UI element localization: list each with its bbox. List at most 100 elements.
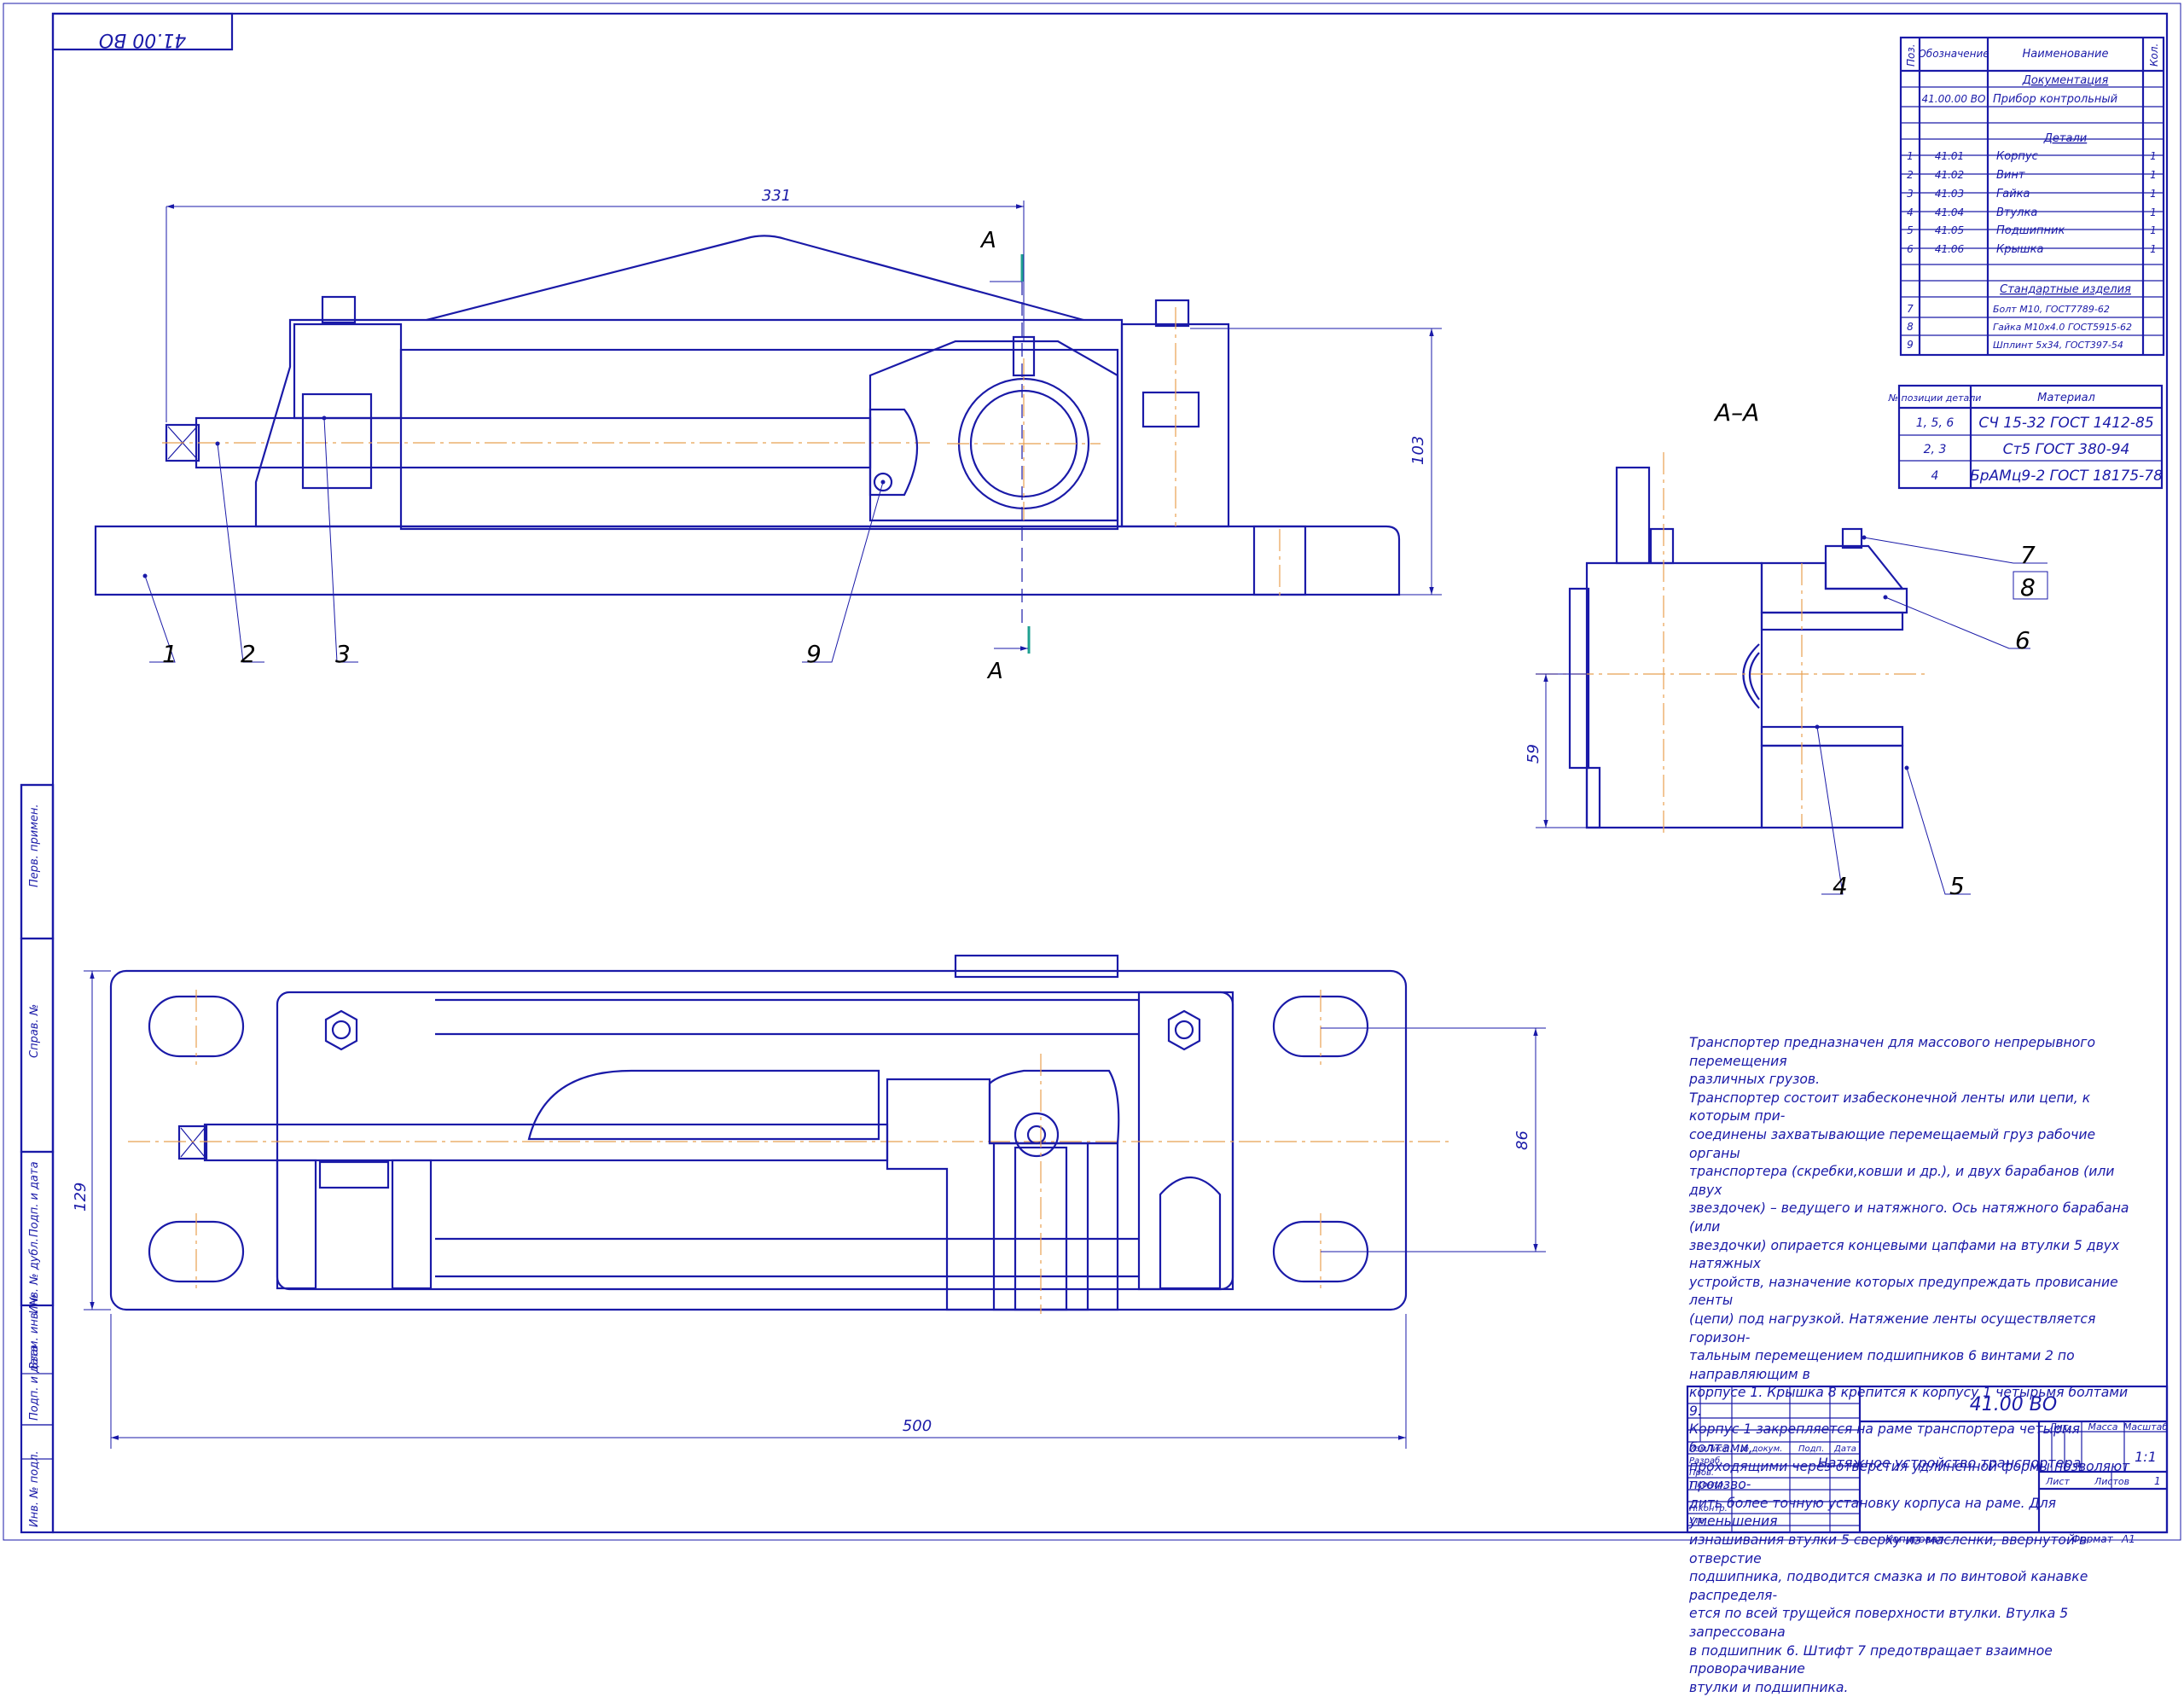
side-label-6: Подп. и дата: [28, 1345, 41, 1421]
note-line: тальным перемещением подшипников 6 винта…: [1689, 1348, 2075, 1382]
note-line: проходящими через отверстия удлиненной ф…: [1689, 1458, 2130, 1493]
callout-3: 3: [335, 640, 351, 668]
spec-row-designation: 41.03: [1935, 188, 1964, 200]
material-row-pos: 4: [1931, 469, 1939, 483]
spec-row-qty: 1: [2150, 169, 2157, 181]
spec-header-designation: Обозначение: [1918, 48, 1989, 60]
dim-103: 103: [1409, 436, 1427, 465]
side-label-3: Подп. и дата: [28, 1161, 41, 1237]
spec-row-pos: 4: [1907, 206, 1914, 218]
callout-2: 2: [241, 640, 256, 668]
spec-row-qty: 1: [2150, 206, 2157, 218]
dim-129: 129: [72, 1183, 90, 1212]
spec-row-designation: 41.04: [1935, 206, 1964, 218]
spec-row-name: Подшипник: [1996, 224, 2065, 237]
spec-row-qty: 1: [2150, 150, 2157, 162]
material-table: № позиции детали Материал 1, 5, 6 СЧ 15-…: [1888, 384, 2163, 490]
spec-section-docs: Документация: [2022, 74, 2109, 87]
section-a-a-title: А–А: [1713, 398, 1759, 427]
material-header-pos: № позиции детали: [1888, 392, 1982, 404]
dim-59: 59: [1525, 744, 1542, 764]
spec-doc-name: Прибор контрольный: [1993, 93, 2117, 106]
note-line: Корпус 1 закрепляется на раме транспорте…: [1689, 1421, 2080, 1456]
spec-row-designation: 41.05: [1935, 224, 1964, 236]
spec-row-name: Винт: [1996, 169, 2025, 182]
callout-9: 9: [806, 640, 822, 668]
front-section-view: 331 103 А А 1 2 3 9: [94, 187, 1442, 684]
side-label-2: Справ. №: [28, 1004, 41, 1058]
spec-row-designation: 41.01: [1935, 150, 1964, 162]
spec-row-name: Втулка: [1996, 206, 2037, 219]
explanatory-note: Транспортер предназначен для массового н…: [1689, 1034, 2133, 1697]
section-mark-a-top: А: [979, 228, 996, 253]
note-line: звездочки) опирается концевыми цапфами н…: [1689, 1237, 2120, 1272]
spec-section-std: Стандартные изделия: [2000, 283, 2131, 296]
material-row-material: БрАМц9-2 ГОСТ 18175-78: [1970, 468, 2163, 485]
callout-7: 7: [2020, 541, 2036, 569]
binding-strip: Перв. примен. Справ. № Подп. и дата Инв.…: [20, 783, 55, 1534]
callout-1: 1: [162, 640, 177, 668]
note-line: Транспортер предназначен для массового н…: [1689, 1035, 2095, 1069]
leaders-front: [142, 416, 886, 663]
callout-5: 5: [1949, 872, 1965, 900]
note-line: ется по всей трущейся поверхности втулки…: [1689, 1606, 2069, 1640]
note-line: (цепи) под нагрузкой. Натяжение ленты ос…: [1689, 1311, 2096, 1345]
spec-row-pos: 5: [1907, 224, 1914, 236]
note-line: транспортера (скребки,ковши и др.), и дв…: [1689, 1164, 2115, 1198]
spec-doc-designation: 41.00.00 ВО: [1922, 93, 1986, 105]
spec-std-name: Гайка М10х4.0 ГОСТ5915-62: [1993, 322, 2132, 333]
spec-row-qty: 1: [2150, 224, 2157, 236]
spec-section-parts: Детали: [2043, 132, 2087, 145]
spec-std-name: Болт М10, ГОСТ7789-62: [1993, 304, 2110, 315]
note-line: Транспортер состоит изабесконечной ленты…: [1689, 1090, 2091, 1125]
spec-row-qty: 1: [2150, 243, 2157, 255]
note-line: корпусе 1. Крышка 8 крепится к корпусу 1…: [1689, 1385, 2129, 1419]
side-label-1: Перв. примен.: [28, 804, 41, 887]
side-label-7: Инв. № подл.: [28, 1450, 41, 1527]
note-line: втулки и подшипника.: [1689, 1679, 1849, 1695]
spec-row-designation: 41.02: [1935, 169, 1964, 181]
material-row-pos: 2, 3: [1924, 443, 1947, 456]
callout-4: 4: [1833, 872, 1848, 900]
spec-header-pos: Поз.: [1905, 44, 1917, 67]
spec-std-pos: 7: [1907, 303, 1914, 315]
note-line: звездочек) – ведущего и натяжного. Ось н…: [1689, 1200, 2129, 1235]
spec-row-name: Корпус: [1996, 150, 2038, 163]
spec-row-designation: 41.06: [1935, 243, 1965, 255]
title-scale-value: 1:1: [2135, 1449, 2157, 1465]
callout-8: 8: [2020, 573, 2036, 602]
spec-header-qty: Кол.: [2148, 44, 2160, 67]
material-header-material: Материал: [2037, 392, 2095, 404]
top-stamp-text: 41.00 ВО: [99, 29, 186, 50]
spec-row-pos: 6: [1907, 243, 1914, 255]
note-line: соединены захватывающие перемещаемый гру…: [1689, 1126, 2096, 1161]
note-line: устройств, назначение которых предупрежд…: [1689, 1274, 2118, 1309]
spec-row-pos: 3: [1907, 188, 1914, 200]
spec-row-name: Крышка: [1996, 243, 2043, 256]
material-row-material: Ст5 ГОСТ 380-94: [2003, 441, 2130, 458]
spec-row-pos: 1: [1907, 150, 1914, 162]
section-a-a-view: А–А 59: [1525, 398, 2048, 895]
top-view: 129 86 500: [72, 954, 1546, 1449]
material-row-pos: 1, 5, 6: [1916, 416, 1955, 430]
dim-86: 86: [1513, 1130, 1531, 1150]
dim-331: 331: [762, 187, 791, 205]
note-line: в подшипник 6. Штифт 7 предотвращает вза…: [1689, 1642, 2053, 1677]
note-line: изнашивания втулки 5 сверху из масленки,…: [1689, 1532, 2088, 1566]
spec-header-name: Наименование: [2022, 48, 2108, 61]
note-line: дить более точную установку корпуса на р…: [1689, 1495, 2057, 1530]
material-row-material: СЧ 15-32 ГОСТ 1412-85: [1978, 415, 2153, 432]
section-mark-a-bottom: А: [986, 659, 1003, 684]
spec-row-qty: 1: [2150, 188, 2157, 200]
callout-6: 6: [2015, 626, 2030, 654]
spec-std-pos: 8: [1907, 321, 1914, 333]
spec-std-pos: 9: [1907, 339, 1914, 351]
title-sheets-value: 1: [2154, 1475, 2161, 1487]
spec-std-name: Шплинт 5х34, ГОСТ397-54: [1993, 340, 2123, 351]
spec-row-name: Гайка: [1996, 188, 2030, 201]
dim-500: 500: [903, 1417, 932, 1435]
spec-row-pos: 2: [1907, 169, 1914, 181]
spec-table: Поз. Обозначение Наименование Кол. Докум…: [1899, 36, 2165, 357]
note-line: различных грузов.: [1689, 1072, 1821, 1088]
note-line: подшипника, подводится смазка и по винто…: [1689, 1569, 2088, 1603]
